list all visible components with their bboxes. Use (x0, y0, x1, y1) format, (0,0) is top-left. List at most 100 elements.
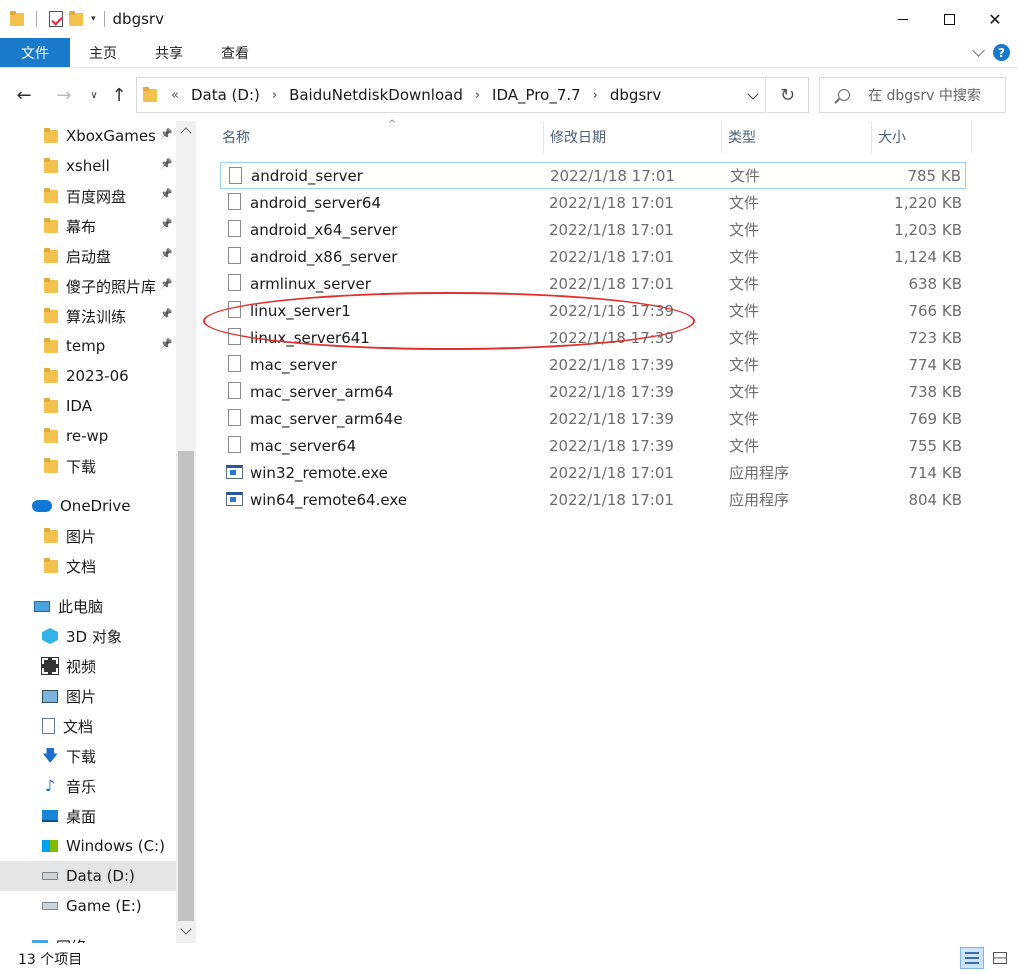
recent-locations-button[interactable]: ∨ (82, 83, 106, 107)
sidebar-item-onedrive-0[interactable]: 图片 (0, 521, 176, 551)
file-row[interactable]: linux_server641 2022/1/18 17:39 文件 723 KB (220, 324, 966, 351)
folder-icon (44, 308, 58, 324)
file-type: 文件 (729, 221, 760, 239)
file-row[interactable]: win32_remote.exe 2022/1/18 17:01 应用程序 714 K… (220, 459, 966, 486)
sidebar-item-quick-5[interactable]: 傻子的照片库 📌 (0, 271, 176, 301)
sidebar-item-label: temp (66, 337, 106, 355)
file-row[interactable]: android_x64_server 2022/1/18 17:01 文件 1,203… (220, 216, 966, 243)
expand-ribbon-icon[interactable] (972, 44, 985, 57)
folder-icon (44, 458, 58, 474)
sidebar-item-quick-8[interactable]: 2023-06 (0, 361, 176, 391)
file-row[interactable]: android_x86_server 2022/1/18 17:01 文件 1,124… (220, 243, 966, 270)
file-size: 638 KB (908, 274, 962, 293)
sidebar-item-quick-9[interactable]: IDA (0, 391, 176, 421)
sidebar-item-quick-11[interactable]: 下载 (0, 451, 176, 481)
sidebar-item-quick-1[interactable]: xshell 📌 (0, 151, 176, 181)
pin-icon: 📌 (160, 189, 173, 200)
navigation-pane-scrollbar[interactable] (176, 121, 196, 943)
maximize-button[interactable] (926, 0, 972, 38)
tab-home[interactable]: 主页 (70, 38, 136, 67)
tab-share[interactable]: 共享 (136, 38, 202, 67)
separator (103, 11, 105, 27)
search-box[interactable]: 在 dbgsrv 中搜索 (819, 77, 1006, 113)
sidebar-item-pc-8[interactable]: Data (D:) (0, 861, 176, 891)
file-row[interactable]: mac_server64 2022/1/18 17:39 文件 755 KB (220, 432, 966, 459)
sidebar-item-quick-3[interactable]: 幕布 📌 (0, 211, 176, 241)
file-row[interactable]: mac_server_arm64 2022/1/18 17:39 文件 738 KB (220, 378, 966, 405)
customize-toolbar-dropdown-icon[interactable]: ▾ (91, 14, 96, 24)
scroll-down-icon[interactable] (180, 923, 192, 935)
scroll-up-icon[interactable] (180, 127, 192, 139)
sidebar-item-quick-0[interactable]: XboxGames 📌 (0, 121, 176, 151)
column-header-type[interactable]: 类型 (722, 121, 872, 153)
breadcrumb-separator[interactable]: › (593, 88, 598, 103)
address-bar[interactable]: « Data (D:) › BaiduNetdiskDownload › IDA… (136, 77, 766, 113)
sidebar-item-pc-1[interactable]: 视频 (0, 651, 176, 681)
breadcrumb-separator[interactable]: › (272, 88, 277, 103)
file-row[interactable]: armlinux_server 2022/1/18 17:01 文件 638 KB (220, 270, 966, 297)
file-row[interactable]: win64_remote64.exe 2022/1/18 17:01 应用程序 804… (220, 486, 966, 513)
up-button[interactable]: ↑ (107, 83, 131, 107)
sidebar-item-quick-7[interactable]: temp 📌 (0, 331, 176, 361)
column-header-name[interactable]: 名称 ^ (216, 119, 544, 153)
pin-icon: 📌 (160, 309, 173, 320)
scrollbar-thumb[interactable] (178, 451, 194, 921)
new-folder-icon[interactable] (69, 11, 83, 27)
tab-file[interactable]: 文件 (0, 38, 70, 67)
sidebar-item-onedrive-1[interactable]: 文档 (0, 551, 176, 581)
file-row[interactable]: mac_server_arm64e 2022/1/18 17:39 文件 769 KB (220, 405, 966, 432)
address-history-dropdown-icon[interactable] (747, 88, 759, 100)
file-size: 755 KB (908, 436, 962, 455)
folder-icon (44, 248, 58, 264)
refresh-button[interactable]: ↻ (767, 77, 809, 113)
sidebar-item-pc-4[interactable]: 🡇 下载 (0, 741, 176, 771)
sidebar-item-quick-2[interactable]: 百度网盘 📌 (0, 181, 176, 211)
close-button[interactable]: ✕ (972, 0, 1018, 38)
sidebar-item-quick-4[interactable]: 启动盘 📌 (0, 241, 176, 271)
sidebar-item-network[interactable]: 网络 (0, 931, 176, 943)
file-row[interactable]: mac_server 2022/1/18 17:39 文件 774 KB (220, 351, 966, 378)
sidebar-item-quick-6[interactable]: 算法训练 📌 (0, 301, 176, 331)
file-size: 804 KB (908, 490, 962, 509)
back-button[interactable]: ← (12, 83, 36, 107)
file-name: android_x64_server (250, 220, 398, 239)
tab-view[interactable]: 查看 (202, 38, 268, 67)
sidebar-item-pc-6[interactable]: 桌面 (0, 801, 176, 831)
search-placeholder[interactable]: 在 dbgsrv 中搜索 (868, 85, 981, 105)
sidebar-item-pc-2[interactable]: 图片 (0, 681, 176, 711)
sidebar-item-this-pc[interactable]: 此电脑 (0, 591, 176, 621)
file-icon (228, 301, 241, 318)
column-header-date[interactable]: 修改日期 (544, 121, 722, 153)
breadcrumb-ida-pro[interactable]: IDA_Pro_7.7 (492, 86, 581, 104)
breadcrumb-drive[interactable]: Data (D:) (191, 86, 260, 104)
sidebar-item-quick-10[interactable]: re-wp (0, 421, 176, 451)
column-header-size[interactable]: 大小 (872, 121, 972, 153)
breadcrumb-baidunetdiskdownload[interactable]: BaiduNetdiskDownload (289, 86, 463, 104)
sidebar-item-pc-5[interactable]: ♪ 音乐 (0, 771, 176, 801)
file-size: 723 KB (908, 328, 962, 347)
file-row[interactable]: linux_server1 2022/1/18 17:39 文件 766 KB (220, 297, 966, 324)
help-icon[interactable]: ? (993, 44, 1010, 61)
search-icon (838, 89, 850, 101)
file-type: 应用程序 (729, 491, 790, 509)
sidebar-item-pc-0[interactable]: 3D 对象 (0, 621, 176, 651)
breadcrumb-separator[interactable]: › (475, 88, 480, 103)
sidebar-item-pc-9[interactable]: Game (E:) (0, 891, 176, 921)
file-row[interactable]: android_server64 2022/1/18 17:01 文件 1,220 K… (220, 189, 966, 216)
forward-button[interactable]: → (52, 83, 76, 107)
minimize-button[interactable] (880, 0, 926, 38)
sidebar-item-pc-7[interactable]: Windows (C:) (0, 831, 176, 861)
breadcrumb-dbgsrv[interactable]: dbgsrv (610, 86, 661, 104)
video-icon (41, 657, 59, 675)
column-header-name-label: 名称 (222, 130, 250, 146)
large-icons-view-button[interactable] (988, 947, 1012, 969)
minimize-icon (898, 18, 908, 20)
large-icons-view-icon (993, 952, 1007, 964)
breadcrumb-overflow[interactable]: « (171, 88, 179, 103)
ribbon-tabs: 文件 主页 共享 查看 ? (0, 38, 1018, 68)
file-row[interactable]: android_server 2022/1/18 17:01 文件 785 KB (220, 162, 966, 189)
properties-icon[interactable] (49, 11, 63, 27)
sidebar-item-onedrive[interactable]: OneDrive (0, 491, 176, 521)
sidebar-item-pc-3[interactable]: 文档 (0, 711, 176, 741)
details-view-button[interactable] (960, 947, 984, 969)
